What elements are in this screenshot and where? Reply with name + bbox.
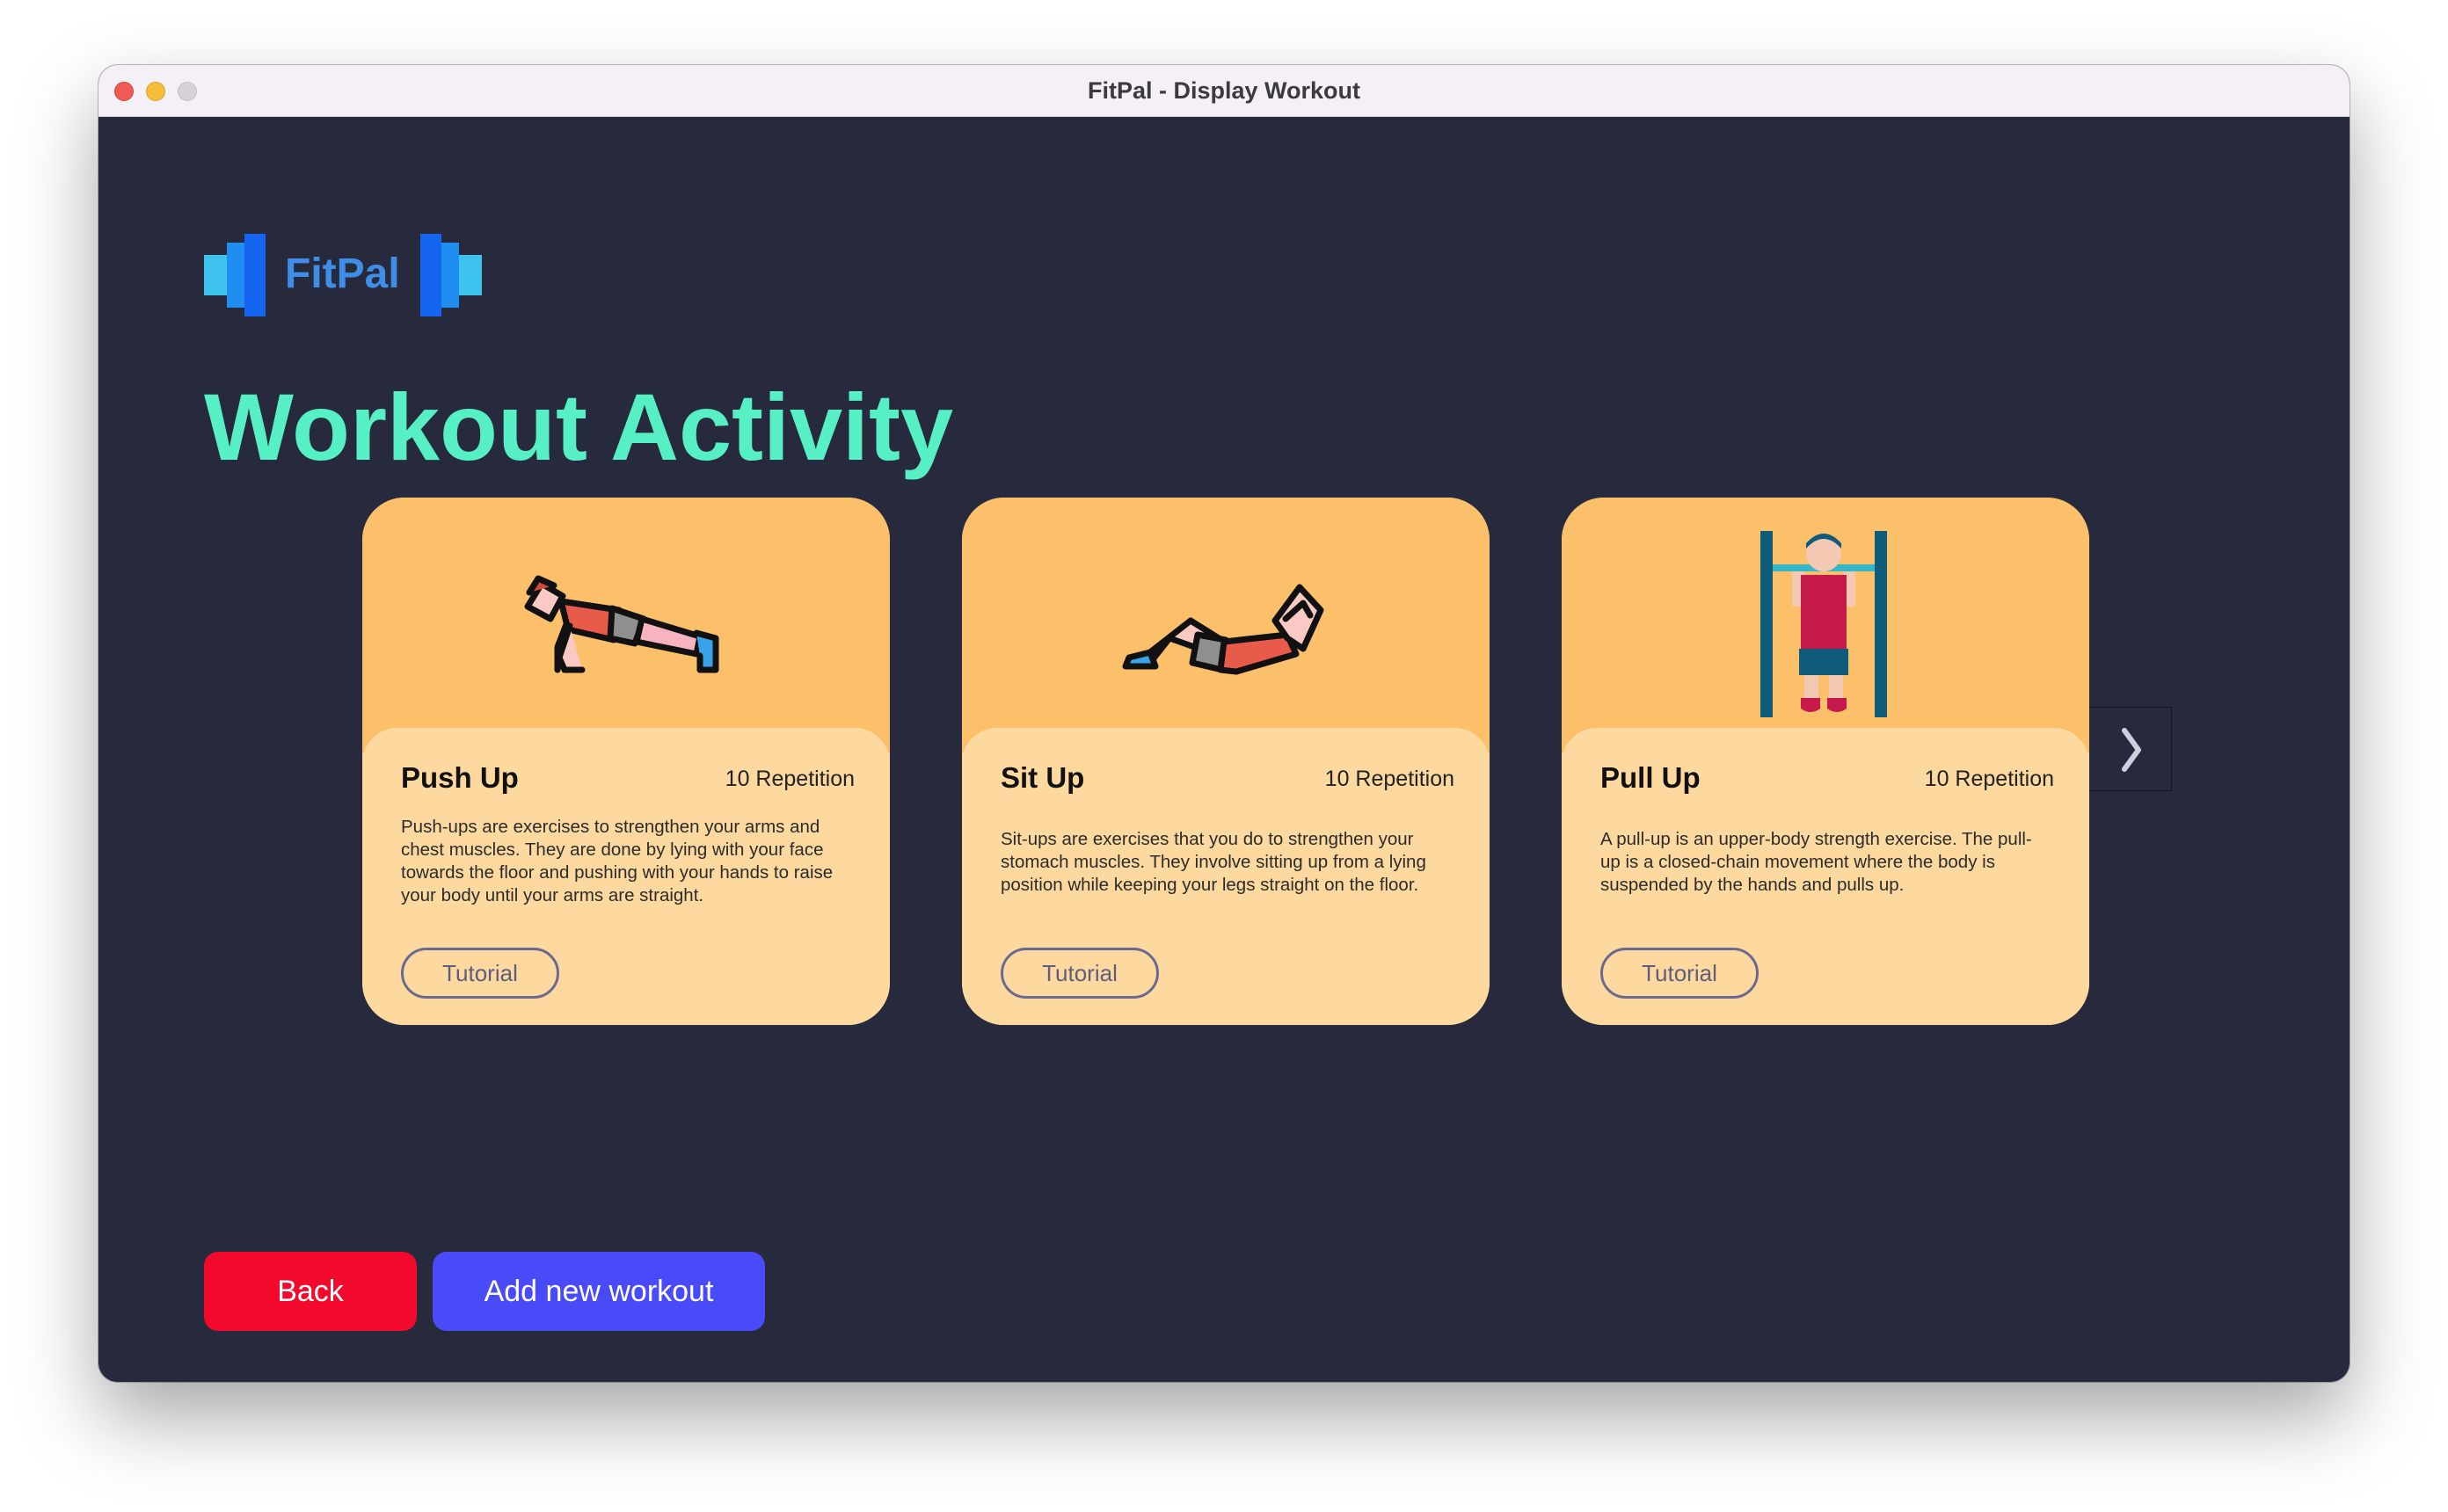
tutorial-button[interactable]: Tutorial — [1001, 948, 1159, 999]
workout-name: Sit Up — [1001, 761, 1085, 794]
workout-card-sit-up: Sit Up 10 Repetition Sit-ups are exercis… — [962, 498, 1490, 1025]
chevron-right-icon — [2122, 728, 2141, 772]
workout-name: Push Up — [401, 761, 519, 794]
tutorial-button[interactable]: Tutorial — [1600, 948, 1759, 999]
pull-up-illustration — [1760, 531, 1887, 717]
add-new-workout-button[interactable]: Add new workout — [433, 1252, 765, 1331]
fitpal-logo: FitPal — [204, 234, 485, 316]
page-title: Workout Activity — [204, 374, 954, 480]
workout-description: Sit-ups are exercises that you do to str… — [1001, 829, 1426, 895]
window-title: FitPal - Display Workout — [1087, 77, 1361, 104]
logo-text: FitPal — [285, 251, 400, 297]
carousel-next-button[interactable] — [2089, 707, 2172, 791]
workout-reps: 10 Repetition — [1324, 767, 1454, 791]
main-content: FitPal Workout Activity Push Up 10 Repet… — [98, 116, 2350, 1382]
title-bar: FitPal - Display Workout — [98, 65, 2350, 117]
workout-reps: 10 Repetition — [1924, 767, 2054, 791]
sit-up-illustration — [1122, 584, 1324, 675]
workout-reps: 10 Repetition — [725, 767, 855, 791]
workout-description: A pull-up is an upper-body strength exer… — [1600, 829, 2032, 895]
workout-card-pull-up: Pull Up 10 Repetition A pull-up is an up… — [1562, 498, 2089, 1025]
workout-card-push-up: Push Up 10 Repetition Push-ups are exerc… — [362, 498, 890, 1025]
app-window: FitPal - Display Workout FitPal Workout … — [98, 65, 2350, 1382]
push-up-illustration — [524, 575, 719, 673]
tutorial-button[interactable]: Tutorial — [401, 948, 559, 999]
workout-name: Pull Up — [1600, 761, 1701, 794]
workout-description: Push-ups are exercises to strengthen you… — [401, 817, 834, 905]
back-button[interactable]: Back — [204, 1252, 417, 1331]
